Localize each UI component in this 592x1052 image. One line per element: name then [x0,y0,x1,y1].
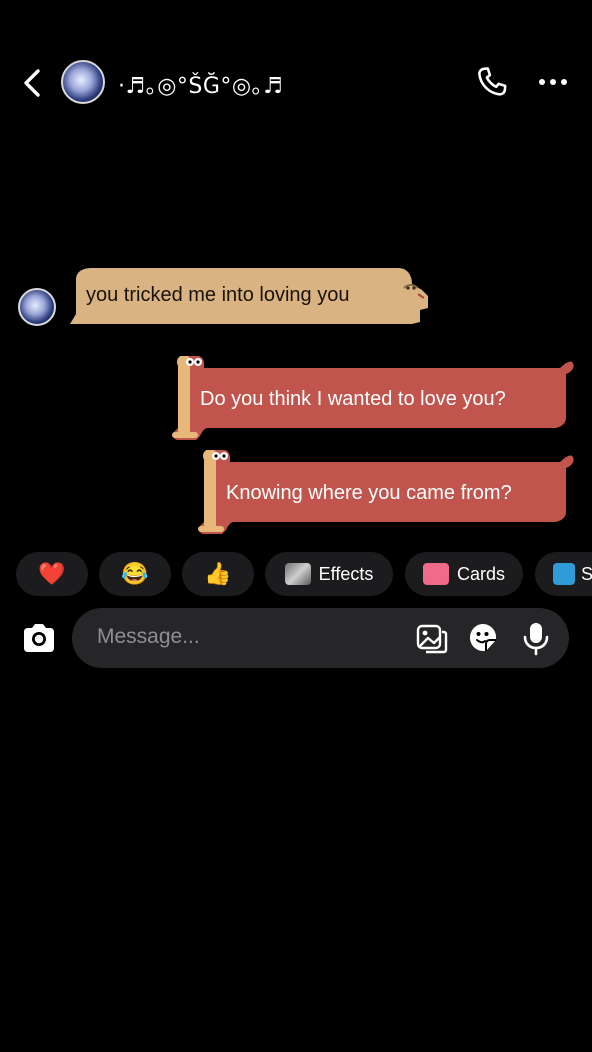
microphone-icon[interactable] [519,620,553,656]
laugh-emoji-icon: 😂 [121,561,149,586]
heart-icon: ❤️ [38,561,66,586]
contact-avatar[interactable] [61,60,105,104]
sticker-icon[interactable] [466,620,500,656]
back-chevron-icon[interactable] [18,66,48,100]
cards-button[interactable]: Cards [405,552,523,596]
partial-chip-label: S [581,563,592,584]
effects-icon [284,563,311,585]
effects-label: Effects [318,563,374,584]
gallery-icon[interactable] [414,620,448,656]
message-text: you tricked me into loving you [86,284,350,306]
more-icon[interactable] [536,68,570,96]
effects-button[interactable]: Effects [265,552,393,596]
phone-icon[interactable] [474,64,510,100]
contact-name[interactable]: ·♬｡◎°ŠĞ°◎｡♬ [118,68,283,100]
cards-label: Cards [456,563,505,584]
play-icon [553,563,575,585]
message-input[interactable]: Message... [97,625,200,649]
cards-icon [422,563,449,585]
message-text: Do you think I wanted to love you? [200,388,506,410]
message-text: Knowing where you came from? [226,482,512,504]
thumbs-up-icon: 👍 [204,561,232,586]
thumbs-up-reaction-button[interactable]: 👍 [182,552,254,596]
sender-avatar [18,288,56,326]
partial-chip-button[interactable]: S [535,552,592,596]
camera-icon[interactable] [20,620,58,656]
heart-reaction-button[interactable]: ❤️ [16,552,88,596]
laugh-reaction-button[interactable]: 😂 [99,552,171,596]
